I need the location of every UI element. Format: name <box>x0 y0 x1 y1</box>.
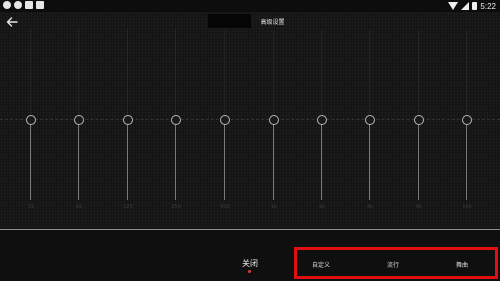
status-time: 5:22 <box>480 1 496 11</box>
eq-band: 1k <box>264 30 284 220</box>
eq-band-guide <box>175 30 176 120</box>
eq-slider-track[interactable] <box>127 120 128 200</box>
tab-basic[interactable] <box>208 14 251 28</box>
eq-band-label: 62 <box>75 204 83 210</box>
eq-band: 62 <box>69 30 89 220</box>
eq-band-label: 2k <box>318 204 326 210</box>
eq-slider-knob[interactable] <box>74 115 84 125</box>
eq-slider-track[interactable] <box>224 120 225 200</box>
eq-band-guide <box>369 30 370 120</box>
eq-slider-track[interactable] <box>78 120 79 200</box>
eq-slider-track[interactable] <box>175 120 176 200</box>
eq-band: 4k <box>360 30 380 220</box>
eq-band: 125 <box>118 30 138 220</box>
eq-slider-track[interactable] <box>321 120 322 200</box>
signal-icon <box>461 2 470 10</box>
preset-dance[interactable]: 舞曲 <box>447 260 477 269</box>
eq-band-guide <box>321 30 322 120</box>
eq-slider-knob[interactable] <box>171 115 181 125</box>
eq-slider-knob[interactable] <box>414 115 424 125</box>
eq-band: 500 <box>215 30 235 220</box>
eq-band: 16k <box>457 30 477 220</box>
preset-custom[interactable]: 自定义 <box>306 260 336 269</box>
eq-slider-track[interactable] <box>369 120 370 200</box>
eq-band-guide <box>127 30 128 120</box>
eq-band-guide <box>30 30 31 120</box>
eq-slider-knob[interactable] <box>269 115 279 125</box>
android-icon <box>36 1 44 9</box>
tab-advanced-settings[interactable]: 高级设置 <box>251 14 294 28</box>
eq-slider-track[interactable] <box>273 120 274 200</box>
eq-band-label: 125 <box>123 204 133 210</box>
eq-band-guide <box>78 30 79 120</box>
eq-band: 8k <box>409 30 429 220</box>
equalizer-screen: 5:22 高级设置 31 62 125 250 500 1k 2k 4k 8k 16k 关闭 自定… <box>0 0 500 281</box>
eq-slider-track[interactable] <box>466 120 467 200</box>
back-button[interactable] <box>5 14 19 28</box>
eq-band-label: 8k <box>415 204 423 210</box>
eq-slider-knob[interactable] <box>123 115 133 125</box>
status-right-icons: 5:22 <box>448 0 496 12</box>
eq-band-guide <box>273 30 274 120</box>
battery-icon <box>472 2 478 10</box>
status-bar: 5:22 <box>0 0 500 12</box>
status-left-icons <box>3 1 44 9</box>
preset-off[interactable]: 关闭 <box>234 258 266 269</box>
equalizer-bands: 31 62 125 250 500 1k 2k 4k 8k 16k <box>0 30 500 220</box>
eq-slider-knob[interactable] <box>365 115 375 125</box>
eq-band-guide <box>418 30 419 120</box>
eq-band: 31 <box>21 30 41 220</box>
eq-band-guide <box>466 30 467 120</box>
image-icon <box>25 1 33 9</box>
eq-slider-knob[interactable] <box>317 115 327 125</box>
eq-band-label: 4k <box>366 204 374 210</box>
wifi-icon <box>448 2 459 10</box>
eq-slider-knob[interactable] <box>462 115 472 125</box>
eq-slider-track[interactable] <box>30 120 31 200</box>
eq-slider-knob[interactable] <box>220 115 230 125</box>
eq-band-label: 250 <box>171 204 181 210</box>
eq-band-label: 500 <box>220 204 230 210</box>
eq-slider-knob[interactable] <box>26 115 36 125</box>
eq-band-label: 1k <box>270 204 278 210</box>
eq-band-label: 16k <box>462 204 472 210</box>
preset-pop[interactable]: 流行 <box>378 260 408 269</box>
eq-slider-track[interactable] <box>418 120 419 200</box>
selected-indicator-dot <box>248 270 251 273</box>
notification-icon <box>3 1 11 9</box>
eq-band: 250 <box>166 30 186 220</box>
eq-band-label: 31 <box>27 204 35 210</box>
arrow-left-icon <box>6 17 18 27</box>
mode-tabs: 高级设置 <box>208 14 294 28</box>
eq-band-guide <box>224 30 225 120</box>
notification-icon <box>14 1 22 9</box>
eq-band: 2k <box>312 30 332 220</box>
